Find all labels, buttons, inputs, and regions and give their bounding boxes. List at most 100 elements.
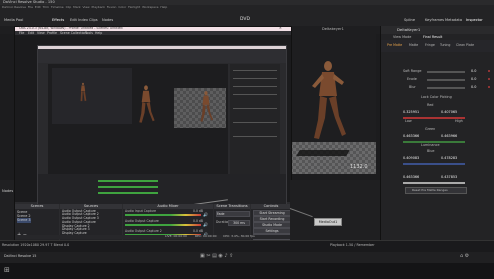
nodes-label: Nodes bbox=[2, 189, 14, 193]
inspector-panel: DeltaKeyer1 View Mode Final Result Pre M… bbox=[380, 26, 494, 240]
inspector-node-title: DeltaKeyer1 bbox=[397, 27, 421, 32]
clips-button[interactable]: Clips bbox=[89, 18, 98, 23]
dancer-figure bbox=[312, 61, 346, 139]
menu-item[interactable]: View bbox=[83, 5, 90, 9]
node-editor[interactable] bbox=[289, 180, 380, 240]
menu-item[interactable]: Timeline bbox=[51, 5, 64, 9]
nested-viewer bbox=[48, 64, 228, 174]
menu-item[interactable]: File bbox=[28, 5, 33, 9]
red-high-value[interactable]: 0.407065 bbox=[441, 110, 457, 114]
view-mode-label: View Mode bbox=[393, 35, 412, 39]
audio-meter bbox=[125, 214, 201, 216]
tab-pre-matte[interactable]: Pre Matte bbox=[387, 43, 402, 47]
red-label: Red bbox=[427, 103, 434, 107]
menu-item[interactable]: Playback bbox=[92, 5, 105, 9]
spline-button[interactable]: Spline bbox=[404, 18, 415, 23]
tab-fringe[interactable]: Fringe bbox=[425, 43, 435, 47]
mixer-channel-db: 0.0 dB bbox=[193, 209, 203, 213]
blue-low-value[interactable]: 0.409083 bbox=[403, 156, 419, 160]
menu-item[interactable]: Help bbox=[160, 5, 167, 9]
dancer-figure-small-2 bbox=[200, 91, 214, 122]
audio-meter bbox=[125, 224, 201, 226]
green-high-value[interactable]: 0.463966 bbox=[441, 134, 457, 138]
keyframe-dot[interactable] bbox=[488, 78, 491, 81]
resolve-window-title: DaVinci Resolve Studio - 150 bbox=[3, 0, 55, 4]
effects-button[interactable]: Effects bbox=[52, 18, 64, 23]
menu-item[interactable]: Fusion bbox=[107, 5, 117, 9]
mixer-channel-db: 0.0 dB bbox=[193, 219, 203, 223]
status-right: Playback 1-50 / Remember bbox=[330, 243, 375, 247]
menu-item[interactable]: Clip bbox=[66, 5, 72, 9]
nested-docks bbox=[38, 174, 286, 206]
menu-item[interactable]: Color bbox=[118, 5, 126, 9]
low-label: Low bbox=[405, 119, 412, 123]
windows-start-icon[interactable]: ⊞ bbox=[4, 267, 10, 274]
tab-matte[interactable]: Matte bbox=[409, 43, 418, 47]
menu-item[interactable]: Edit bbox=[35, 5, 41, 9]
blue-label: Blue bbox=[427, 149, 435, 153]
tab-tuning[interactable]: Tuning bbox=[440, 43, 450, 47]
obs-rec-status: REC: 00:00:00 bbox=[195, 234, 217, 239]
soft-range-value[interactable]: 0.0 bbox=[471, 69, 476, 73]
keyframes-button[interactable]: Keyframes bbox=[425, 18, 444, 23]
erode-value[interactable]: 0.0 bbox=[471, 77, 476, 81]
blue-high-value[interactable]: 0.478283 bbox=[441, 156, 457, 160]
lum-range-slider[interactable] bbox=[403, 182, 465, 184]
edit-index-button[interactable]: Edit Index bbox=[70, 18, 88, 23]
inspector-button[interactable]: Inspector bbox=[466, 18, 483, 23]
media-pool-button[interactable]: Media Pool bbox=[4, 18, 23, 23]
menu-item[interactable]: Workspace bbox=[142, 5, 158, 9]
blue-range-slider[interactable] bbox=[403, 163, 465, 165]
inspector-header: DeltaKeyer1 bbox=[381, 26, 494, 34]
green-low-value[interactable]: 0.463366 bbox=[403, 134, 419, 138]
obs-window[interactable]: OBS 24.0.3 (64-bit, windows) - Profile: … bbox=[14, 26, 292, 241]
os-taskbar: ⊞ bbox=[0, 263, 494, 279]
inspector-tabs: Pre Matte Matte Fringe Tuning Clean Plat… bbox=[381, 40, 494, 52]
dancer-figure-small bbox=[139, 85, 155, 123]
resolve-menu-bar: DaVinci Resolve File Edit Trim Timeline … bbox=[2, 6, 167, 9]
reset-pre-matte-button[interactable]: Reset Pre Matte Ranges bbox=[405, 187, 467, 194]
luminance-label: Luminance bbox=[421, 143, 440, 147]
soft-range-slider[interactable] bbox=[427, 71, 465, 73]
duration-input[interactable]: 300 ms bbox=[228, 220, 250, 226]
center-title: DVD bbox=[240, 17, 250, 22]
obs-preview[interactable] bbox=[15, 35, 291, 206]
high-label: High bbox=[455, 119, 463, 123]
obs-cpu-status: CPU: 3.4%, 30.00 fps bbox=[223, 234, 255, 239]
mixer-channel-name: Audio Input Capture bbox=[125, 209, 157, 213]
lum-high-value[interactable]: 0.437853 bbox=[441, 175, 457, 179]
mixer-channel-name: Audio Output Capture 2 bbox=[125, 229, 162, 233]
resolve-version: DaVinci Resolve 15 bbox=[4, 254, 37, 258]
erode-slider[interactable] bbox=[427, 79, 465, 81]
status-left: Resolution 1920x1080 29.97 T Blend 0.0 bbox=[2, 243, 70, 247]
menu-item[interactable]: Mark bbox=[73, 5, 80, 9]
resolve-page-bar: DaVinci Resolve 15 ▣ ✂ ▤ ◉ ♪ ⇪ ⌂ ⚙ bbox=[0, 252, 494, 263]
speaker-icon[interactable]: 🔊 bbox=[203, 222, 208, 227]
speaker-icon[interactable]: 🔊 bbox=[203, 212, 208, 217]
mixer-channel-db: 0.0 dB bbox=[193, 229, 203, 233]
page-icons[interactable]: ▣ ✂ ▤ ◉ ♪ ⇪ bbox=[200, 254, 233, 259]
blur-slider[interactable] bbox=[427, 87, 465, 89]
green-label: Green bbox=[425, 127, 436, 131]
media-out-node[interactable]: MediaOut1 bbox=[314, 218, 342, 226]
menu-item[interactable]: DaVinci Resolve bbox=[2, 5, 26, 9]
home-icon[interactable]: ⌂ ⚙ bbox=[460, 254, 469, 259]
viewer-timecode: 1132.0 bbox=[350, 164, 368, 170]
blur-value[interactable]: 0.0 bbox=[471, 85, 476, 89]
menu-item[interactable]: Fairlight bbox=[128, 5, 140, 9]
mixer-channel-name: Audio Output Capture bbox=[125, 219, 159, 223]
scene-item[interactable]: Scene 3 bbox=[17, 218, 31, 223]
red-low-value[interactable]: 0.325951 bbox=[403, 110, 419, 114]
view-mode-select[interactable]: Final Result bbox=[423, 35, 442, 39]
tab-clean-plate[interactable]: Clean Plate bbox=[456, 43, 474, 47]
erode-label: Erode bbox=[407, 77, 417, 81]
nodes-button[interactable]: Nodes bbox=[102, 18, 113, 23]
metadata-button[interactable]: Metadata bbox=[445, 18, 462, 23]
lum-low-value[interactable]: 0.463366 bbox=[403, 175, 419, 179]
keyframe-dot[interactable] bbox=[488, 70, 491, 73]
reset-pre-matte-label: Reset Pre Matte Ranges bbox=[412, 187, 448, 192]
menu-item[interactable]: Trim bbox=[43, 5, 49, 9]
keyframe-dot[interactable] bbox=[488, 86, 491, 89]
transition-select[interactable]: Fade bbox=[216, 211, 250, 217]
lock-color-picking-label[interactable]: Lock Color Picking bbox=[421, 95, 452, 99]
